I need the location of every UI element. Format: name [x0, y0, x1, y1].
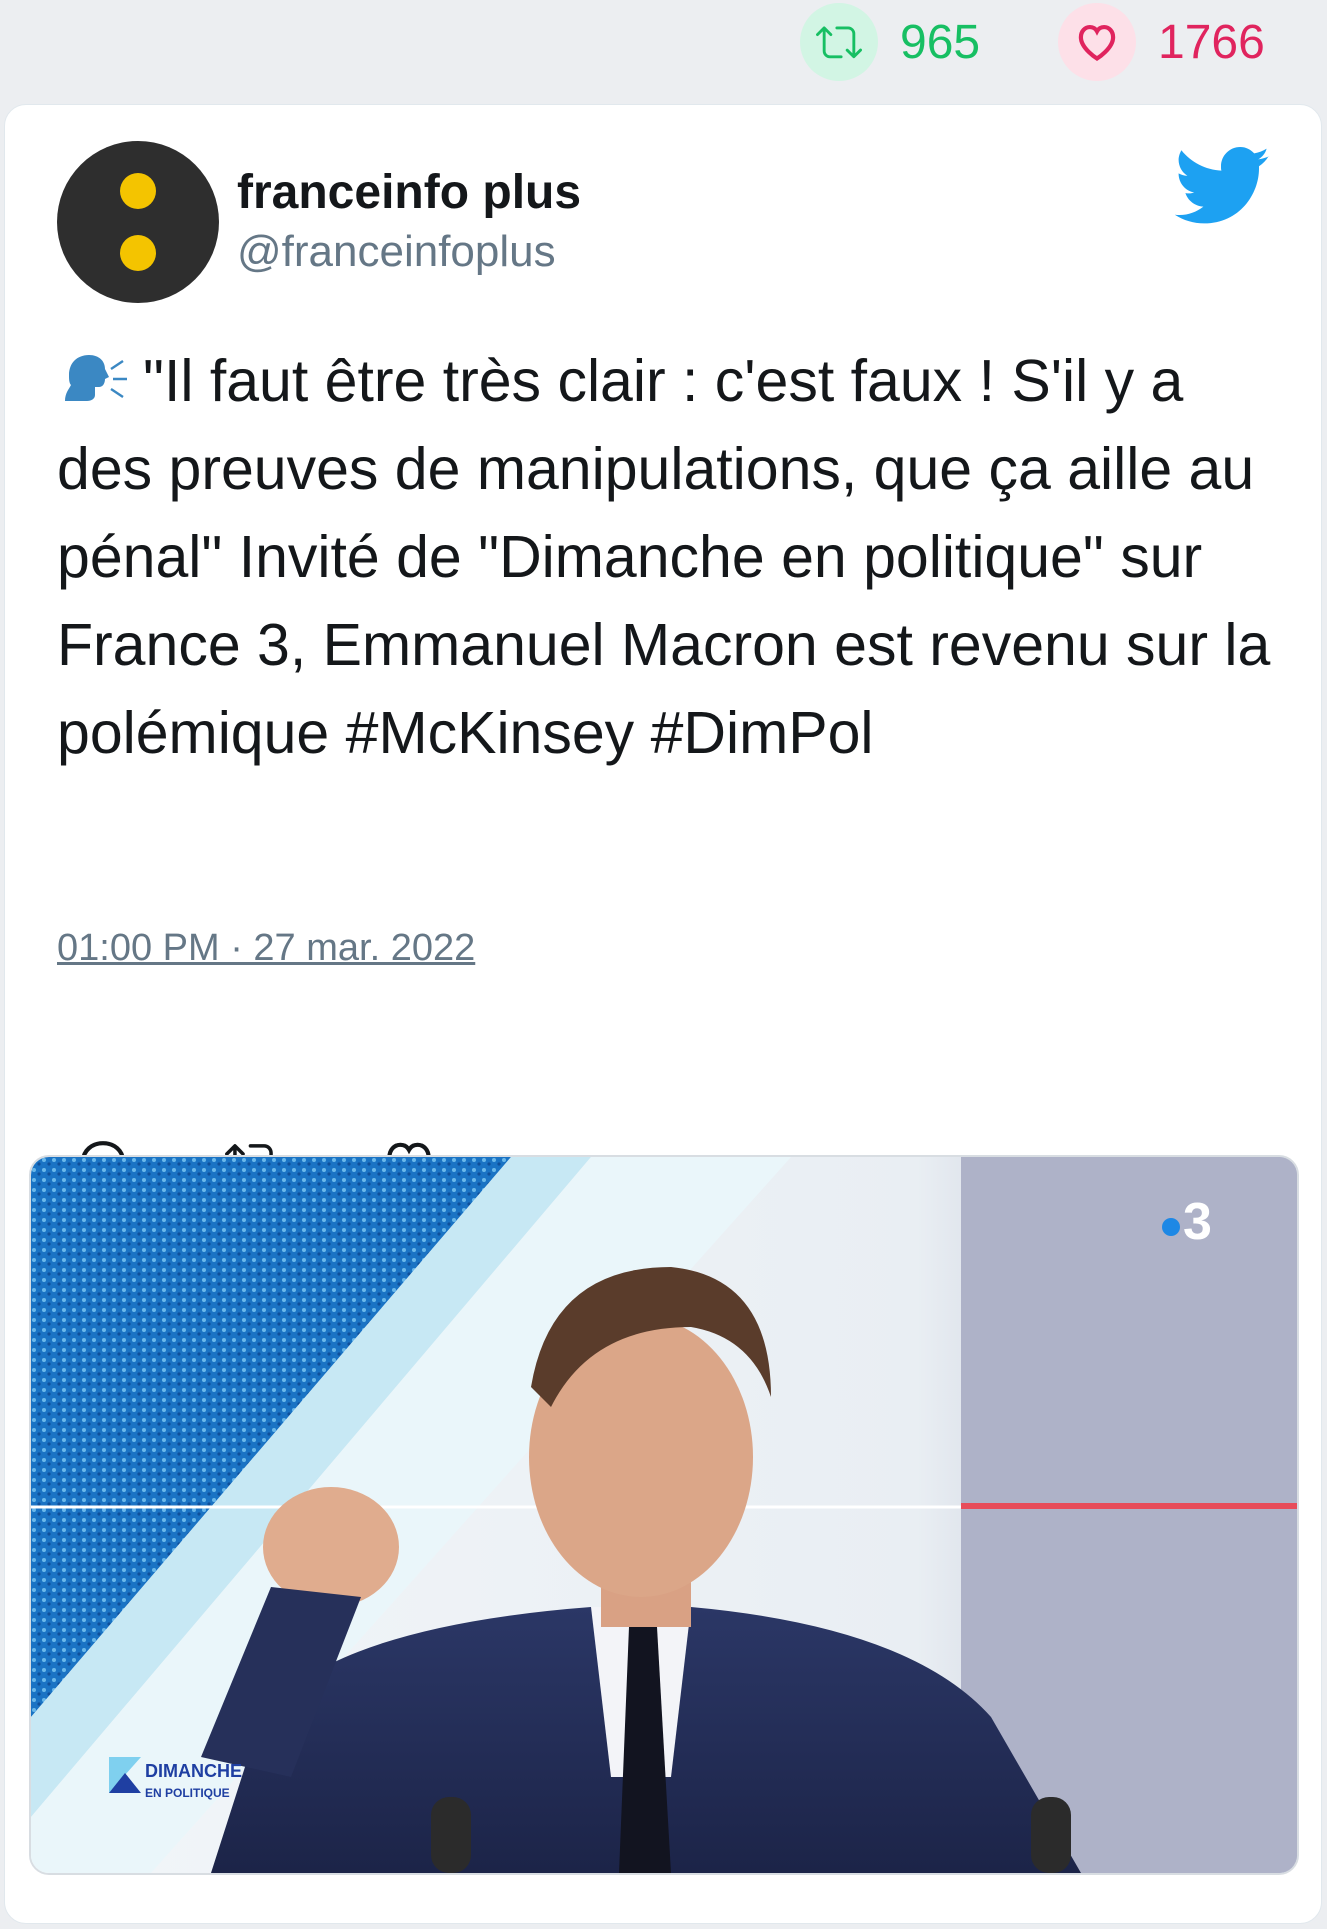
- avatar[interactable]: [57, 141, 219, 303]
- avatar-dot: [120, 173, 156, 209]
- engagement-stats: 965 1766: [0, 0, 1327, 100]
- like-count: 1766: [1158, 15, 1265, 69]
- show-logo-line2: EN POLITIQUE: [145, 1786, 230, 1800]
- heart-icon: [1058, 3, 1136, 81]
- twitter-bird-icon[interactable]: [1174, 147, 1271, 225]
- author-handle[interactable]: @franceinfoplus: [237, 227, 556, 277]
- speaking-head-icon: [57, 345, 129, 401]
- avatar-dot: [120, 235, 156, 271]
- channel-logo: 3: [1183, 1193, 1212, 1251]
- tweet-text: "Il faut être très clair : c'est faux ! …: [57, 337, 1277, 777]
- author-name[interactable]: franceinfo plus: [237, 165, 581, 220]
- tweet-media-image[interactable]: 3 DIMANCHE EN POLITIQUE: [29, 1155, 1299, 1875]
- show-logo-line1: DIMANCHE: [145, 1761, 242, 1781]
- tweet-card: franceinfo plus @franceinfoplus "Il faut…: [4, 104, 1322, 1924]
- media-photo: 3 DIMANCHE EN POLITIQUE: [31, 1157, 1297, 1873]
- retweet-icon: [800, 3, 878, 81]
- channel-logo-dot: [1162, 1218, 1180, 1236]
- retweet-count: 965: [900, 15, 981, 69]
- retweet-stat[interactable]: 965: [800, 0, 980, 84]
- like-stat[interactable]: 1766: [1058, 0, 1265, 84]
- tweet-text-content: "Il faut être très clair : c'est faux ! …: [57, 348, 1271, 766]
- tweet-timestamp[interactable]: 01:00 PM · 27 mar. 2022: [57, 927, 475, 970]
